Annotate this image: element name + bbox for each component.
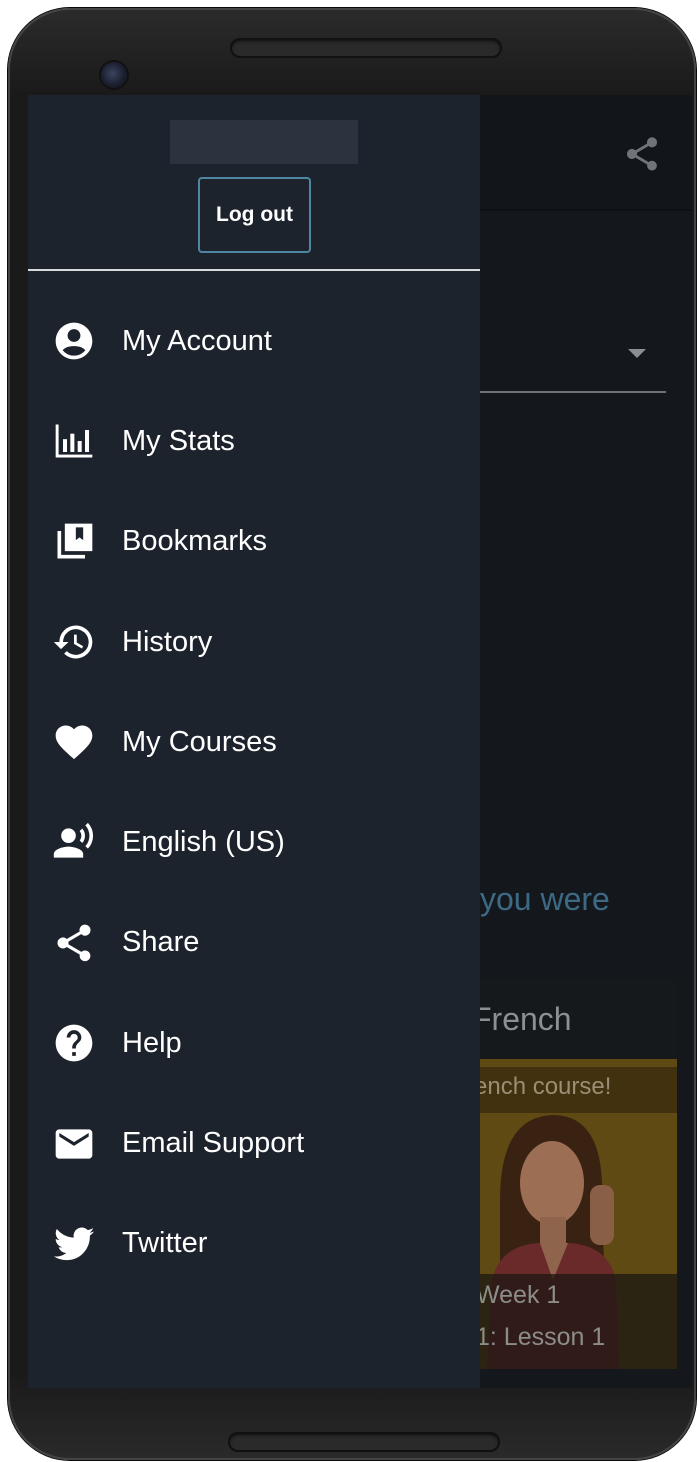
menu-item-label: Help (122, 1026, 182, 1059)
front-camera (101, 62, 127, 88)
help-icon (52, 1021, 96, 1065)
menu-item-share[interactable]: Share (28, 893, 480, 993)
menu-item-label: My Courses (122, 725, 277, 758)
course-lesson-label: 1: Lesson 1 (476, 1323, 606, 1351)
menu-item-label: History (122, 625, 213, 658)
user-name-placeholder (170, 120, 358, 164)
resume-prompt-text: you were (480, 881, 610, 917)
course-subtitle: ench course! (468, 1067, 677, 1113)
menu-item-email-support[interactable]: Email Support (28, 1093, 480, 1193)
menu-item-label: My Stats (122, 424, 235, 457)
bottom-speaker-grille (228, 1432, 500, 1452)
menu-item-my-stats[interactable]: My Stats (28, 391, 480, 491)
menu-item-my-account[interactable]: My Account (28, 291, 480, 391)
menu-item-label: Bookmarks (122, 525, 268, 558)
drawer-menu: My Account My Stats Bookmarks History My… (28, 291, 480, 1294)
dropdown-underline (480, 391, 666, 393)
heart-icon (52, 720, 96, 764)
logout-button[interactable]: Log out (198, 177, 311, 253)
course-week-label: Week 1 (476, 1281, 561, 1309)
bar-chart-icon (52, 419, 96, 463)
menu-item-language[interactable]: English (US) (28, 792, 480, 892)
menu-item-label: English (US) (122, 826, 285, 859)
bookmarks-icon (52, 520, 96, 564)
top-speaker-grille (230, 38, 502, 58)
menu-item-label: My Account (122, 324, 272, 357)
share-icon[interactable] (622, 133, 662, 175)
history-icon (52, 620, 96, 664)
drawer-header: Log out (28, 95, 480, 271)
menu-item-label: Email Support (122, 1127, 305, 1160)
course-card[interactable]: French ench course! Week 1 1: Lesson 1 (468, 979, 677, 1369)
account-circle-icon (52, 319, 96, 363)
course-title: French (472, 1001, 572, 1037)
course-image: ench course! Week 1 1: Lesson 1 (468, 1059, 677, 1369)
app-screen: you were French ench course! Week 1 1: L… (28, 95, 692, 1388)
course-card-footer: Week 1 1: Lesson 1 (468, 1274, 677, 1369)
menu-item-history[interactable]: History (28, 592, 480, 692)
course-card-header: French (468, 979, 677, 1059)
navigation-drawer: Log out My Account My Stats Bookmarks Hi… (28, 95, 480, 1388)
menu-item-bookmarks[interactable]: Bookmarks (28, 492, 480, 592)
menu-item-label: Twitter (122, 1227, 208, 1260)
voice-language-icon (52, 821, 96, 865)
twitter-icon (52, 1222, 96, 1266)
menu-item-my-courses[interactable]: My Courses (28, 692, 480, 792)
menu-item-label: Share (122, 926, 200, 959)
share-icon (52, 921, 96, 965)
menu-item-help[interactable]: Help (28, 993, 480, 1093)
email-icon (52, 1122, 96, 1166)
chevron-down-icon[interactable] (628, 349, 646, 358)
menu-item-twitter[interactable]: Twitter (28, 1194, 480, 1294)
